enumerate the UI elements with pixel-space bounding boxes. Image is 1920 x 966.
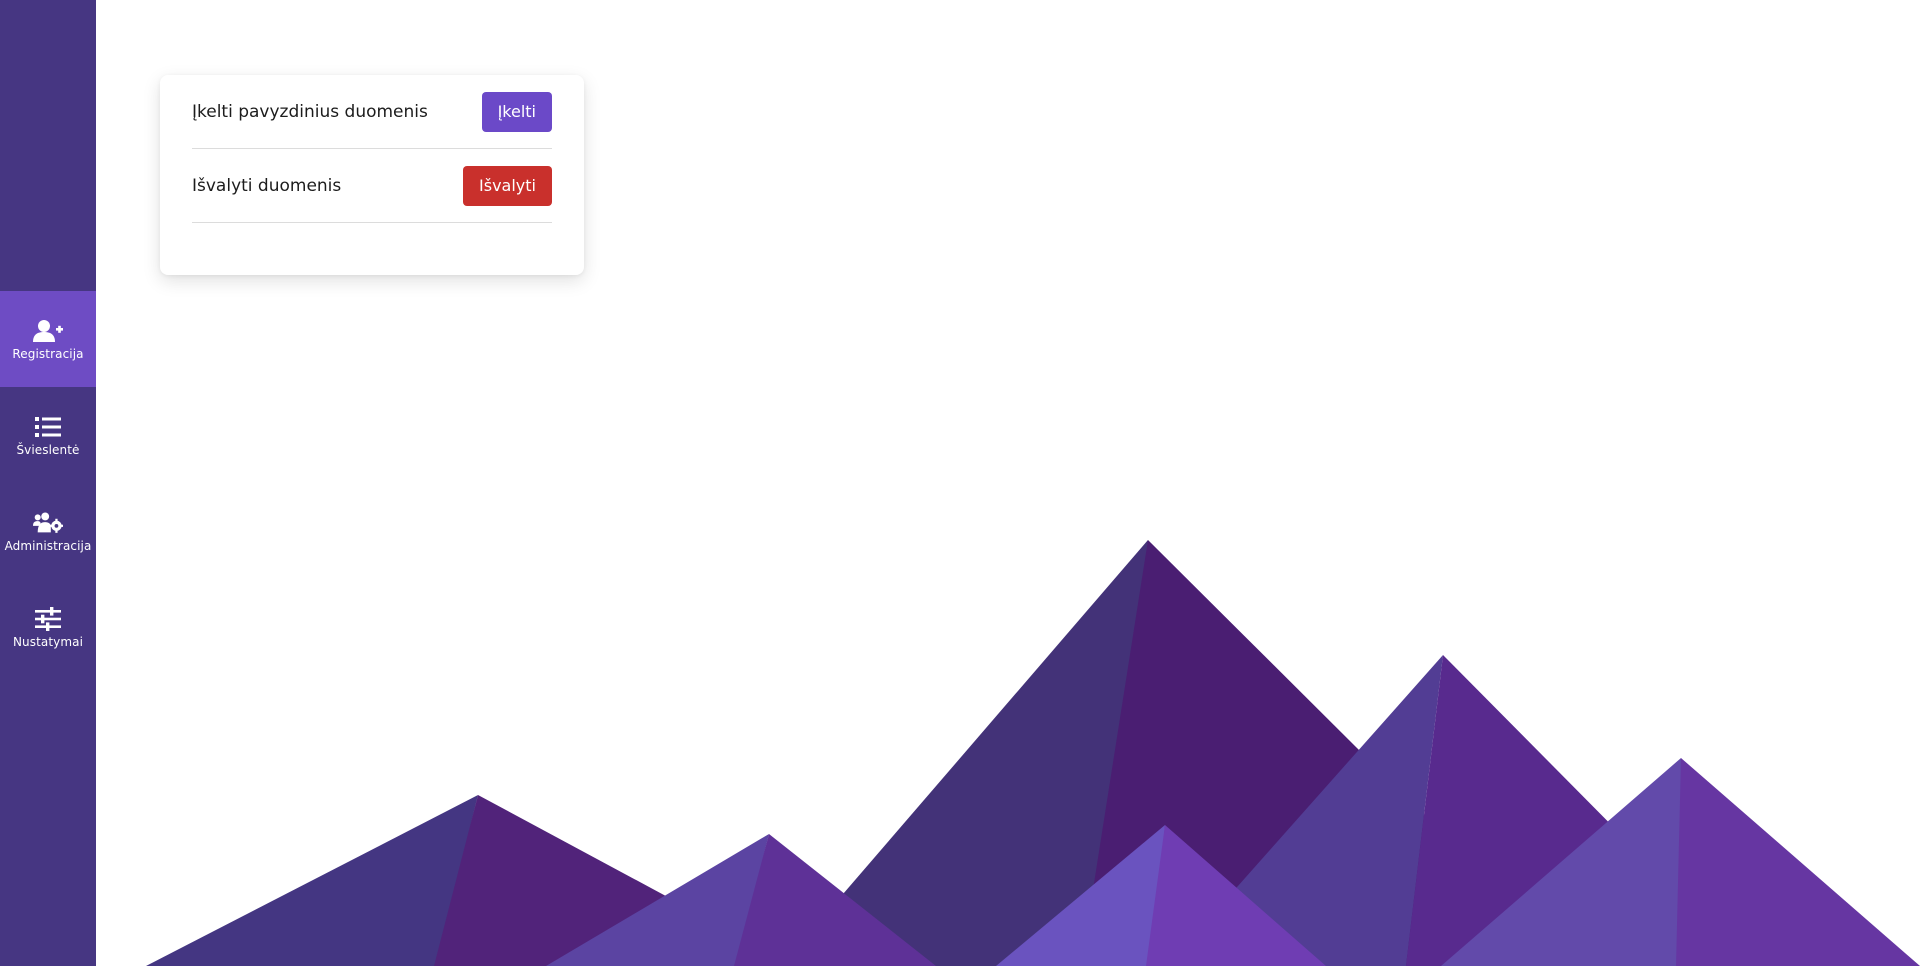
sidebar-item-label: Nustatymai	[12, 634, 84, 649]
list-icon	[33, 414, 63, 440]
users-cog-icon	[33, 510, 63, 536]
sidebar-item-administracija[interactable]: Administracija	[0, 483, 96, 579]
load-sample-data-label: Įkelti pavyzdinius duomenis	[192, 101, 428, 122]
sidebar-item-nustatymai[interactable]: Nustatymai	[0, 579, 96, 675]
user-plus-icon	[33, 318, 63, 344]
app-root: Registracija Švieslentė Administracija N…	[0, 0, 1920, 966]
data-actions-card: Įkelti pavyzdinius duomenis Įkelti Išval…	[160, 75, 584, 275]
clear-button[interactable]: Išvalyti	[463, 165, 552, 206]
sidebar: Registracija Švieslentė Administracija N…	[0, 0, 96, 966]
sidebar-item-svieslente[interactable]: Švieslentė	[0, 387, 96, 483]
sliders-icon	[33, 606, 63, 632]
clear-data-row: Išvalyti duomenis Išvalyti	[192, 149, 552, 223]
sidebar-item-label: Registracija	[12, 346, 84, 361]
sidebar-item-label: Administracija	[4, 538, 92, 553]
sidebar-item-label: Švieslentė	[16, 442, 80, 457]
clear-data-label: Išvalyti duomenis	[192, 175, 342, 196]
load-button[interactable]: Įkelti	[481, 91, 552, 132]
sidebar-item-registracija[interactable]: Registracija	[0, 291, 96, 387]
load-sample-data-row: Įkelti pavyzdinius duomenis Įkelti	[192, 75, 552, 149]
